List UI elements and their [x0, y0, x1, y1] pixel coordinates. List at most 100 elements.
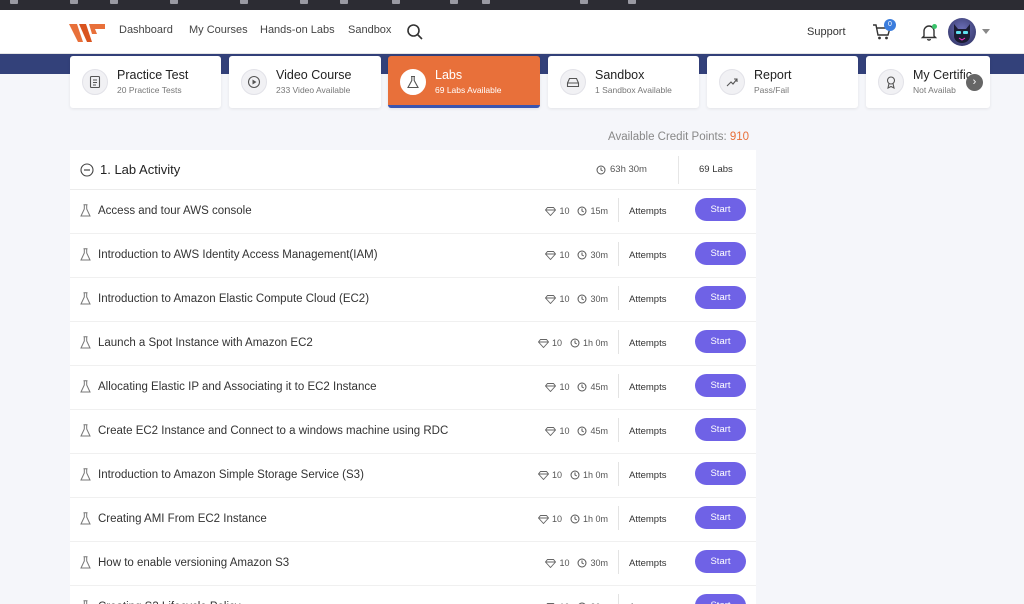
nav-hands-on-labs[interactable]: Hands-on Labs: [260, 24, 335, 36]
divider: [618, 242, 619, 266]
divider: [618, 506, 619, 530]
attempts-link[interactable]: Attempts: [629, 206, 667, 217]
lab-name[interactable]: Access and tour AWS console: [98, 205, 252, 217]
clock-icon: [577, 294, 587, 304]
certificate-icon: [878, 69, 904, 95]
brand-logo[interactable]: [69, 22, 107, 44]
avatar[interactable]: [948, 18, 976, 46]
attempts-link[interactable]: Attempts: [629, 250, 667, 261]
flask-icon: [80, 512, 91, 525]
start-button[interactable]: Start: [695, 330, 746, 353]
flask-icon: [80, 336, 91, 349]
attempts-link[interactable]: Attempts: [629, 558, 667, 569]
start-button[interactable]: Start: [695, 418, 746, 441]
divider: [618, 550, 619, 574]
flask-icon: [80, 424, 91, 437]
tab-title: Video Course: [276, 68, 352, 82]
lab-meta: 10 1h 0m: [537, 470, 608, 480]
credit-points: Available Credit Points: 910: [608, 131, 749, 143]
lab-name[interactable]: How to enable versioning Amazon S3: [98, 557, 289, 569]
section-duration-value: 63h 30m: [610, 164, 647, 175]
tab-report[interactable]: Report Pass/Fail: [707, 56, 858, 108]
nav-sandbox[interactable]: Sandbox: [348, 24, 391, 36]
lab-duration: 30m: [590, 294, 608, 304]
attempts-link[interactable]: Attempts: [629, 470, 667, 481]
lab-row: Launch a Spot Instance with Amazon EC2 10…: [70, 322, 756, 366]
tab-practice-test[interactable]: Practice Test 20 Practice Tests: [70, 56, 221, 108]
diamond-icon: [545, 558, 557, 568]
flask-icon: [80, 204, 91, 217]
tab-labs[interactable]: Labs 69 Labs Available: [388, 56, 540, 108]
notification-dot: [932, 24, 937, 29]
lab-points: 10: [559, 294, 570, 304]
diamond-icon: [545, 250, 557, 260]
lab-name[interactable]: Allocating Elastic IP and Associating it…: [98, 381, 377, 393]
lab-meta: 10 30m: [545, 250, 608, 260]
tab-subtitle: Not Availab: [913, 85, 956, 95]
cart-count-badge: 0: [884, 19, 896, 31]
lab-points: 10: [559, 206, 570, 216]
start-button[interactable]: Start: [695, 550, 746, 573]
flask-icon: [80, 292, 91, 305]
top-navigation: Dashboard My Courses Hands-on Labs Sandb…: [0, 10, 1024, 54]
nav-dashboard[interactable]: Dashboard: [119, 24, 173, 36]
tab-title: Sandbox: [595, 68, 645, 82]
support-link[interactable]: Support: [807, 26, 846, 38]
divider: [618, 286, 619, 310]
tab-subtitle: 69 Labs Available: [435, 85, 502, 95]
practice-test-icon: [82, 69, 108, 95]
tab-title: Practice Test: [117, 68, 189, 82]
tab-title: Labs: [435, 68, 463, 82]
lab-name[interactable]: Introduction to Amazon Elastic Compute C…: [98, 293, 369, 305]
start-button[interactable]: Start: [695, 198, 746, 221]
start-button[interactable]: Start: [695, 594, 746, 604]
lab-name[interactable]: Introduction to Amazon Simple Storage Se…: [98, 469, 364, 481]
lab-row: Create EC2 Instance and Connect to a win…: [70, 410, 756, 454]
divider: [618, 374, 619, 398]
report-icon: [719, 69, 745, 95]
lab-row: Introduction to AWS Identity Access Mana…: [70, 234, 756, 278]
start-button[interactable]: Start: [695, 286, 746, 309]
attempts-link[interactable]: Attempts: [629, 382, 667, 393]
tab-subtitle: 20 Practice Tests: [117, 85, 182, 95]
lab-row: Introduction to Amazon Elastic Compute C…: [70, 278, 756, 322]
divider: [618, 462, 619, 486]
lab-meta: 10 1h 0m: [537, 514, 608, 524]
lab-name[interactable]: Launch a Spot Instance with Amazon EC2: [98, 337, 313, 349]
lab-name[interactable]: Creating AMI From EC2 Instance: [98, 513, 267, 525]
lab-name[interactable]: Introduction to AWS Identity Access Mana…: [98, 249, 378, 261]
lab-name[interactable]: Create EC2 Instance and Connect to a win…: [98, 425, 448, 437]
tab-sandbox[interactable]: Sandbox 1 Sandbox Available: [548, 56, 699, 108]
start-button[interactable]: Start: [695, 462, 746, 485]
search-icon[interactable]: [406, 23, 424, 41]
lab-row: Creating AMI From EC2 Instance 10 1h 0m Att…: [70, 498, 756, 542]
chevron-right-icon[interactable]: ›: [966, 74, 983, 91]
clock-icon: [577, 426, 587, 436]
sandbox-icon: [560, 69, 586, 95]
section-duration: 63h 30m: [596, 164, 647, 175]
lab-duration: 15m: [590, 206, 608, 216]
attempts-link[interactable]: Attempts: [629, 514, 667, 525]
attempts-link[interactable]: Attempts: [629, 338, 667, 349]
lab-row: Introduction to Amazon Simple Storage Se…: [70, 454, 756, 498]
attempts-link[interactable]: Attempts: [629, 426, 667, 437]
divider: [678, 156, 679, 184]
start-button[interactable]: Start: [695, 506, 746, 529]
attempts-link[interactable]: Attempts: [629, 294, 667, 305]
diamond-icon: [545, 294, 557, 304]
chevron-down-icon[interactable]: [982, 29, 990, 34]
lab-points: 10: [551, 470, 562, 480]
start-button[interactable]: Start: [695, 374, 746, 397]
lab-points: 10: [559, 250, 570, 260]
diamond-icon: [545, 382, 557, 392]
flask-icon: [83, 600, 88, 604]
category-tabs: Practice Test 20 Practice Tests Video Co…: [70, 56, 990, 108]
cat-avatar-icon: [954, 24, 970, 43]
lab-duration: 30m: [590, 250, 608, 260]
nav-my-courses[interactable]: My Courses: [189, 24, 248, 36]
section-header[interactable]: 1. Lab Activity 63h 30m 69 Labs: [70, 150, 756, 190]
tab-video-course[interactable]: Video Course 233 Video Available: [229, 56, 381, 108]
lab-row: Creating S3 Lifecycle Policy1030mAttempt…: [70, 586, 756, 604]
start-button[interactable]: Start: [695, 242, 746, 265]
collapse-icon[interactable]: [80, 163, 94, 177]
